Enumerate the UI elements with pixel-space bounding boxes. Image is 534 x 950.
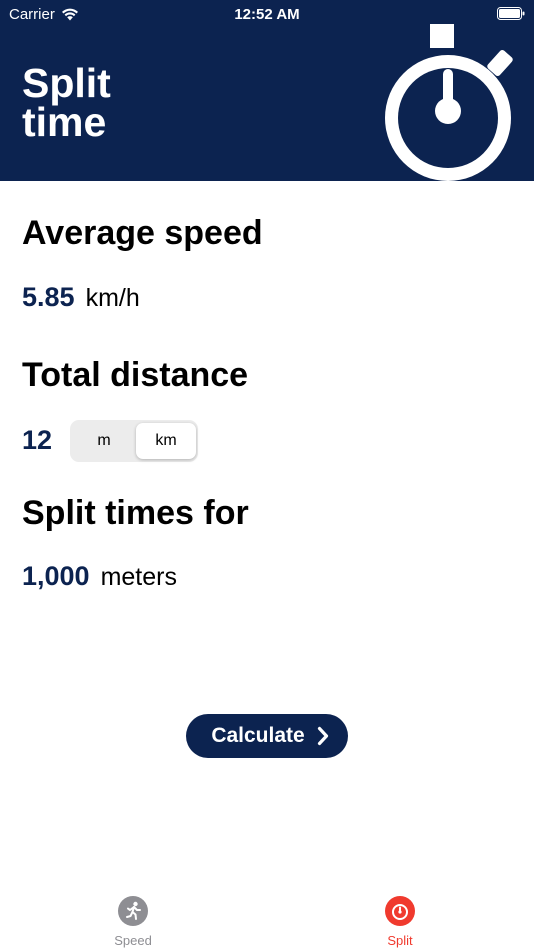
stopwatch-icon xyxy=(385,24,513,181)
tab-split[interactable]: Split xyxy=(340,896,460,948)
runner-icon xyxy=(118,896,148,926)
tab-speed[interactable]: Speed xyxy=(73,896,193,948)
total-distance-title: Total distance xyxy=(22,356,249,394)
tab-speed-label: Speed xyxy=(114,933,152,948)
split-distance-value[interactable]: 1,000 xyxy=(22,561,90,592)
unit-segment-m[interactable]: m xyxy=(73,423,135,459)
split-times-row: 1,000 meters xyxy=(22,561,177,592)
average-speed-title: Average speed xyxy=(22,214,263,252)
split-times-title: Split times for xyxy=(22,494,249,532)
calculate-button[interactable]: Calculate xyxy=(186,714,348,758)
total-distance-row: 12 xyxy=(22,425,52,456)
page-title-line-2: time xyxy=(22,99,107,145)
calculate-button-label: Calculate xyxy=(211,724,305,747)
split-distance-unit: meters xyxy=(100,563,177,591)
header: Carrier 12:52 AM Split time xyxy=(0,0,534,181)
tab-split-label: Split xyxy=(387,933,413,948)
tab-bar: Speed Split xyxy=(0,880,534,950)
page-title: Split time xyxy=(22,60,111,145)
stopwatch-tab-icon xyxy=(385,896,415,926)
page-title-line-1: Split xyxy=(22,60,111,106)
chevron-right-icon xyxy=(317,726,328,746)
distance-unit-segmented-control: m km xyxy=(70,420,198,462)
total-distance-value[interactable]: 12 xyxy=(22,425,52,456)
unit-segment-km[interactable]: km xyxy=(136,423,196,459)
average-speed-row: 5.85 km/h xyxy=(22,282,140,313)
average-speed-unit: km/h xyxy=(85,284,140,312)
average-speed-value[interactable]: 5.85 xyxy=(22,282,75,313)
